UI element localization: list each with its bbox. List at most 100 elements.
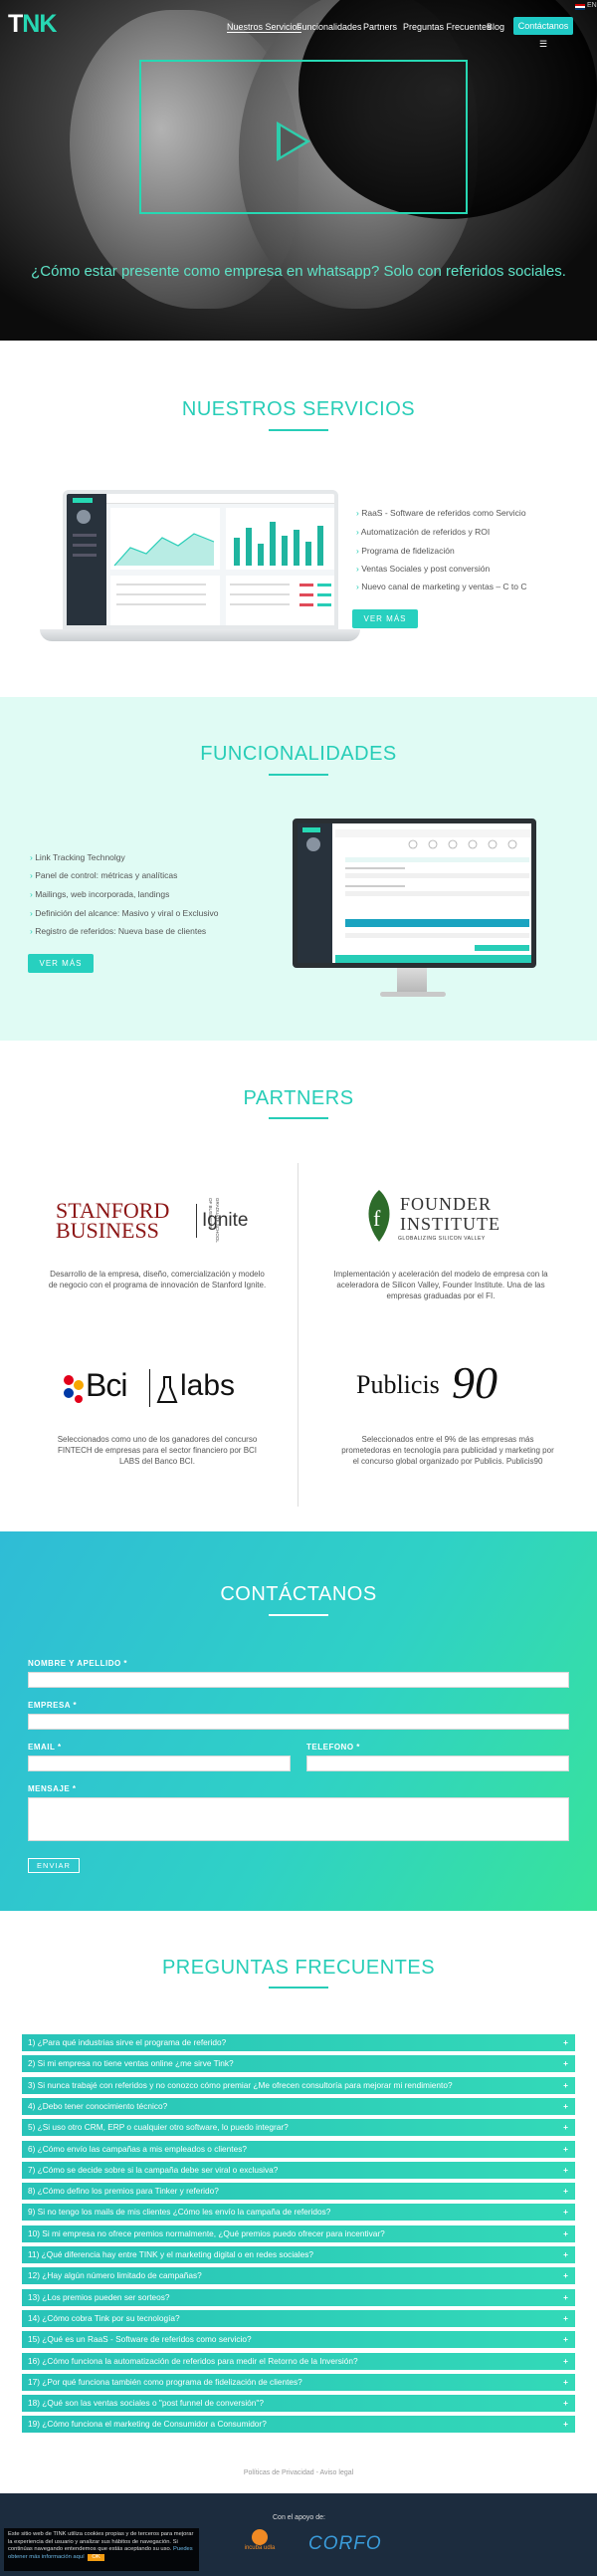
nav-funcionalidades[interactable]: Funcionalidades	[297, 22, 362, 32]
feature-item: Link Tracking Technolgy	[30, 852, 125, 862]
faq-question: 15) ¿Qué es un RaaS - Software de referi…	[28, 2334, 252, 2345]
monitor-stand	[397, 968, 427, 994]
dashboard-sidebar	[67, 494, 106, 625]
contact-title: CONTÁCTANOS	[220, 1583, 377, 1605]
name-label: NOMBRE Y APELLIDO *	[28, 1659, 128, 1668]
language-label[interactable]: EN	[587, 2, 597, 9]
bci-labs-logo[interactable]: Bci labs	[60, 1367, 269, 1411]
faq-item[interactable]: 13) ¿Los premios pueden ser sorteos? +	[22, 2288, 575, 2306]
play-icon[interactable]	[277, 121, 310, 161]
founder-leaf-icon: f	[368, 1190, 390, 1242]
expand-plus-icon[interactable]: +	[563, 2267, 568, 2284]
faq-item[interactable]: 14) ¿Cómo cobra Tink por su tecnología? +	[22, 2309, 575, 2327]
company-input[interactable]	[28, 1714, 569, 1730]
services-divider	[269, 429, 328, 431]
faq-item[interactable]: 18) ¿Qué son las ventas sociales o "post…	[22, 2395, 575, 2413]
expand-plus-icon[interactable]: +	[563, 2395, 568, 2412]
faq-question: 3) Si nunca trabajé con referidos y no c…	[28, 2079, 453, 2090]
expand-plus-icon[interactable]: +	[563, 2162, 568, 2179]
services-more-button[interactable]: VER MÁS	[352, 609, 418, 628]
laptop-base	[40, 629, 360, 641]
expand-plus-icon[interactable]: +	[563, 2034, 568, 2051]
faq-item[interactable]: 8) ¿Cómo defino los premios para Tinker …	[22, 2183, 575, 2201]
expand-plus-icon[interactable]: +	[563, 2353, 568, 2370]
faq-divider	[269, 1987, 328, 1989]
cookie-ok-button[interactable]: OK	[88, 2553, 104, 2561]
faq-item[interactable]: 2) Si mi empresa no tiene ventas online …	[22, 2055, 575, 2073]
dashboard-topbar	[106, 494, 334, 504]
faq-item[interactable]: 17) ¿Por qué funciona también como progr…	[22, 2373, 575, 2391]
expand-plus-icon[interactable]: +	[563, 2374, 568, 2391]
expand-plus-icon[interactable]: +	[563, 2119, 568, 2136]
incuba-udla-logo[interactable]: incuba udla	[240, 2529, 280, 2551]
faq-question: 18) ¿Qué son las ventas sociales o "post…	[28, 2398, 264, 2409]
tink-logo[interactable]: TNK	[8, 10, 57, 39]
expand-plus-icon[interactable]: +	[563, 2077, 568, 2094]
expand-plus-icon[interactable]: +	[563, 2098, 568, 2115]
partner-description: Seleccionados entre el 9% de las empresa…	[341, 1435, 554, 1466]
faq-question: 14) ¿Cómo cobra Tink por su tecnología?	[28, 2312, 180, 2323]
faq-item[interactable]: 19) ¿Cómo funciona el marketing de Consu…	[22, 2416, 575, 2434]
expand-plus-icon[interactable]: +	[563, 2416, 568, 2433]
corfo-logo[interactable]: CORFO	[308, 2533, 382, 2555]
faq-item[interactable]: 5) ¿Si uso otro CRM, ERP o cualquier otr…	[22, 2119, 575, 2137]
expand-plus-icon[interactable]: +	[563, 2246, 568, 2263]
faq-question: 10) Si mi empresa no ofrece premios norm…	[28, 2227, 385, 2238]
faq-question: 13) ¿Los premios pueden ser sorteos?	[28, 2291, 170, 2302]
partner-description: Implementación y aceleración del modelo …	[333, 1270, 548, 1300]
service-item: RaaS - Software de referidos como Servic…	[356, 508, 525, 518]
faq-item[interactable]: 11) ¿Qué diferencia hay entre TINK y el …	[22, 2246, 575, 2263]
stanford-ignite-logo[interactable]: STANFORD BUSINESS GRADUATE SCHOOL OF BUS…	[56, 1198, 265, 1246]
faq-item[interactable]: 6) ¿Cómo envío las campañas a mis emplea…	[22, 2140, 575, 2158]
monitor-foot	[380, 992, 446, 997]
email-label: EMAIL *	[28, 1743, 62, 1752]
faq-item[interactable]: 12) ¿Hay algún número limitado de campañ…	[22, 2267, 575, 2285]
company-label: EMPRESA *	[28, 1701, 78, 1710]
faq-item[interactable]: 15) ¿Qué es un RaaS - Software de referi…	[22, 2331, 575, 2349]
faq-question: 11) ¿Qué diferencia hay entre TINK y el …	[28, 2249, 314, 2259]
faq-item[interactable]: 7) ¿Cómo se decide sobre si la campaña d…	[22, 2161, 575, 2179]
name-input[interactable]	[28, 1672, 569, 1688]
feature-item: Mailings, web incorporada, landings	[30, 889, 169, 899]
phone-input[interactable]	[306, 1756, 569, 1771]
message-textarea[interactable]	[28, 1797, 569, 1841]
faq-item[interactable]: 3) Si nunca trabajé con referidos y no c…	[22, 2076, 575, 2094]
nav-blog[interactable]: Blog	[487, 22, 504, 32]
footer-legal-links[interactable]: Políticas de Privacidad - Aviso legal	[0, 2469, 597, 2476]
expand-plus-icon[interactable]: +	[563, 2055, 568, 2072]
service-item: Nuevo canal de marketing y ventas – C to…	[356, 582, 526, 591]
uk-flag-icon[interactable]	[575, 4, 585, 10]
nav-partners[interactable]: Partners	[363, 22, 397, 32]
publicis90-logo[interactable]: Publicis 90	[356, 1354, 535, 1414]
expand-plus-icon[interactable]: +	[563, 2141, 568, 2158]
expand-plus-icon[interactable]: +	[563, 2225, 568, 2242]
email-input[interactable]	[28, 1756, 291, 1771]
faq-question: 19) ¿Cómo funciona el marketing de Consu…	[28, 2419, 267, 2430]
expand-plus-icon[interactable]: +	[563, 2331, 568, 2348]
submit-button[interactable]: ENVIAR	[28, 1858, 80, 1873]
expand-plus-icon[interactable]: +	[563, 2183, 568, 2200]
partners-title: PARTNERS	[243, 1087, 354, 1109]
contact-menu-button[interactable]: Contáctanos ☰	[513, 17, 573, 49]
feature-item: Definición del alcance: Masivo y viral o…	[30, 908, 218, 918]
monitor-sidebar	[298, 823, 332, 963]
founder-institute-logo[interactable]: f FOUNDER INSTITUTE GLOBALIZING SILICON …	[358, 1188, 517, 1244]
service-item: Programa de fidelización	[356, 546, 455, 556]
faq-question: 8) ¿Cómo defino los premios para Tinker …	[28, 2186, 219, 2197]
nav-servicios[interactable]: Nuestros Servicios	[227, 22, 302, 33]
expand-plus-icon[interactable]: +	[563, 2310, 568, 2327]
faq-question: 12) ¿Hay algún número limitado de campañ…	[28, 2270, 202, 2281]
partner-description: Seleccionados como uno de los ganadores …	[57, 1435, 258, 1466]
cookie-text: Este sitio web de TINK utiliza cookies p…	[8, 2531, 194, 2552]
faq-item[interactable]: 16) ¿Cómo funciona la automatización de …	[22, 2352, 575, 2370]
faq-item[interactable]: 9) Si no tengo los mails de mis clientes…	[22, 2204, 575, 2222]
expand-plus-icon[interactable]: +	[563, 2289, 568, 2306]
features-more-button[interactable]: VER MÁS	[28, 954, 94, 973]
faq-question: 5) ¿Si uso otro CRM, ERP o cualquier otr…	[28, 2122, 289, 2133]
expand-plus-icon[interactable]: +	[563, 2204, 568, 2221]
nav-faq[interactable]: Preguntas Frecuentes	[403, 22, 492, 32]
faq-item[interactable]: 10) Si mi empresa no ofrece premios norm…	[22, 2225, 575, 2242]
faq-item[interactable]: 4) ¿Debo tener conocimiento técnico? +	[22, 2097, 575, 2115]
svg-text:f: f	[373, 1206, 381, 1231]
faq-item[interactable]: 1) ¿Para qué industrias sirve el program…	[22, 2034, 575, 2051]
